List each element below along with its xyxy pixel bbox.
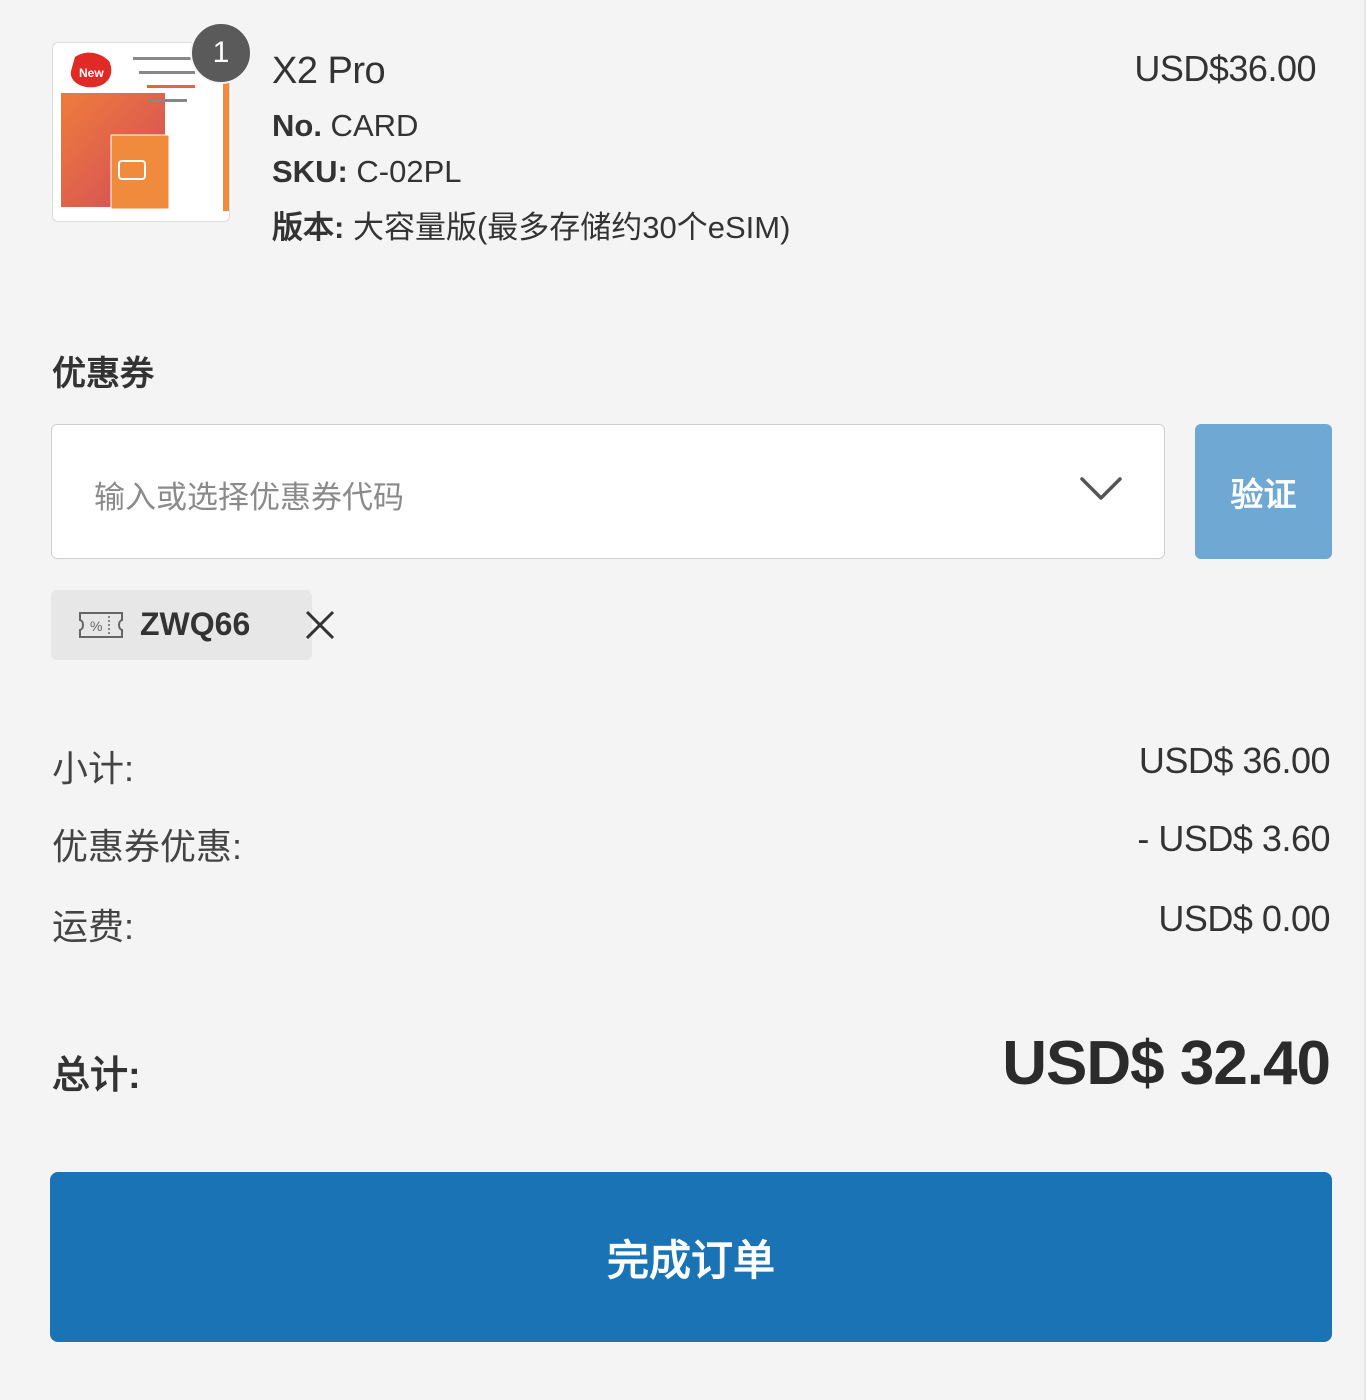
subtotal-value: USD$ 36.00 <box>1138 740 1331 781</box>
total-value: USD$ 32.40 <box>1002 1029 1331 1098</box>
product-number: No. CARD <box>272 108 418 144</box>
coupon-discount-label: 优惠券优惠: <box>52 826 243 867</box>
coupon-code-select[interactable]: 输入或选择优惠券代码 <box>51 424 1165 559</box>
svg-text:%: % <box>90 618 102 634</box>
new-badge-text: New <box>79 66 104 80</box>
applied-coupon-tag: % ZWQ66 <box>51 590 335 660</box>
shipping-value: USD$ 0.00 <box>1158 898 1330 939</box>
product-version-value: 大容量版(最多存储约30个eSIM) <box>344 210 791 245</box>
product-number-value: CARD <box>321 108 419 143</box>
chevron-down-icon[interactable] <box>1078 471 1124 507</box>
product-version-label: 版本: <box>272 210 345 245</box>
verify-coupon-button[interactable]: 验证 <box>1195 424 1332 559</box>
product-number-label: No. <box>272 108 322 143</box>
coupon-discount-value: - USD$ 3.60 <box>1137 818 1330 859</box>
applied-coupon-code: ZWQ66 <box>140 606 251 642</box>
product-version: 版本: 大容量版(最多存储约30个eSIM) <box>272 202 790 247</box>
complete-order-button[interactable]: 完成订单 <box>50 1172 1332 1342</box>
close-icon[interactable] <box>303 608 337 642</box>
quantity-badge: 1 <box>190 22 252 84</box>
product-sku-value: C-02PL <box>347 154 462 189</box>
total-label: 总计: <box>52 1055 141 1097</box>
coupon-placeholder: 输入或选择优惠券代码 <box>94 480 404 515</box>
subtotal-label: 小计: <box>52 748 135 789</box>
product-sku: SKU: C-02PL <box>272 154 462 190</box>
product-name: X2 Pro <box>272 50 386 92</box>
coupon-heading: 优惠券 <box>52 355 154 393</box>
checkout-summary: New 1 X2 Pro USD$36.00 No. CARD SKU: C-0… <box>0 0 1366 1400</box>
product-price: USD$36.00 <box>1134 48 1316 89</box>
product-sku-label: SKU: <box>272 154 348 189</box>
coupon-ticket-icon: % <box>79 612 123 638</box>
shipping-label: 运费: <box>52 906 135 947</box>
